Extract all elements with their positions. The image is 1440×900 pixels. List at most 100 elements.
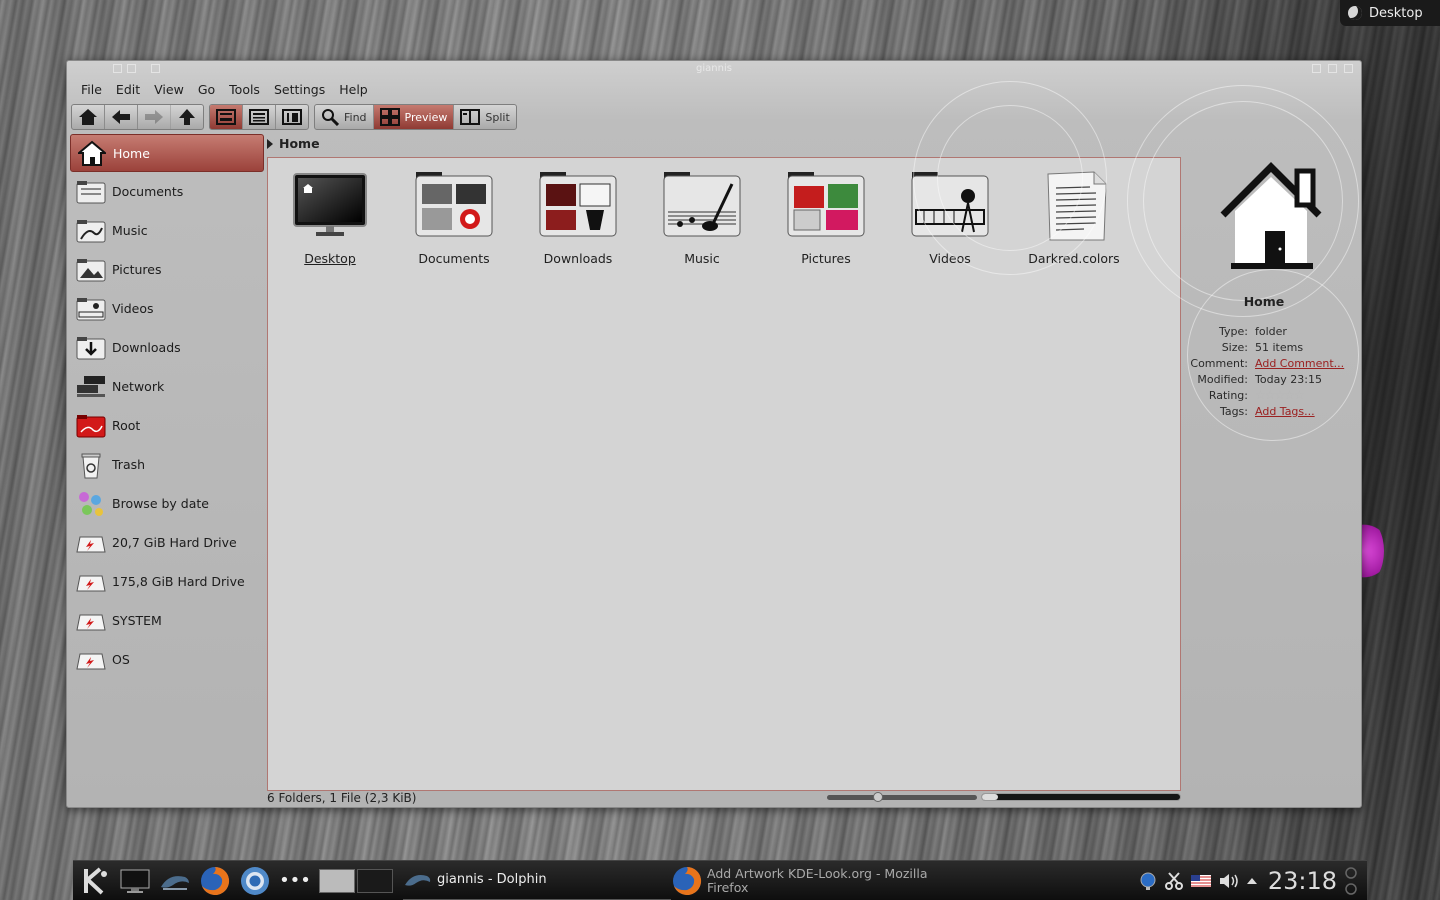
place-pictures[interactable]: Pictures	[70, 250, 264, 289]
calendar-browse-icon	[76, 491, 106, 517]
dolphin-icon	[161, 875, 189, 890]
menu-view[interactable]: View	[147, 81, 191, 99]
pager	[319, 868, 393, 893]
panels-group: Find Preview Split	[314, 104, 517, 130]
breadcrumb[interactable]: Home	[267, 136, 320, 151]
activity-button[interactable]: Desktop	[1340, 0, 1440, 26]
place-label: 175,8 GiB Hard Drive	[112, 574, 245, 589]
place-label: Browse by date	[112, 496, 209, 511]
columns-view-icon	[282, 109, 302, 125]
free-space-fill	[982, 794, 998, 800]
place-downloads[interactable]: Downloads	[70, 328, 264, 367]
up-button[interactable]	[171, 105, 203, 129]
klipper-scissors-icon[interactable]	[1164, 871, 1184, 891]
menu-help[interactable]: Help	[332, 81, 375, 99]
place-videos[interactable]: Videos	[70, 289, 264, 328]
minimize-button[interactable]	[1312, 64, 1321, 73]
info-size-value: 51 items	[1255, 340, 1304, 354]
panel-toolbox-icon[interactable]	[1343, 864, 1359, 898]
keyboard-layout-flag-icon[interactable]	[1190, 873, 1212, 889]
file-item-music[interactable]: Music	[644, 170, 760, 266]
place-home[interactable]: Home	[70, 134, 264, 172]
split-button[interactable]: Split	[454, 105, 515, 129]
close-button[interactable]	[1344, 64, 1353, 73]
file-item-desktop[interactable]: Desktop	[272, 170, 388, 266]
menubar: File Edit View Go Tools Settings Help	[77, 81, 375, 99]
network-icon	[76, 374, 106, 400]
status-text: 6 Folders, 1 File (2,3 KiB)	[267, 791, 417, 805]
breadcrumb-home[interactable]: Home	[279, 136, 320, 151]
pictures-folder-icon	[787, 172, 865, 237]
tray-expand-arrow-icon[interactable]	[1246, 875, 1258, 887]
volume-icon[interactable]	[1218, 871, 1240, 891]
toolbar: Find Preview Split	[71, 104, 522, 130]
menu-go[interactable]: Go	[191, 81, 222, 99]
icons-view-icon	[216, 109, 236, 125]
menu-settings[interactable]: Settings	[267, 81, 332, 99]
chromium-launcher[interactable]	[239, 865, 271, 897]
window-title: giannis	[696, 63, 732, 74]
find-button[interactable]: Find	[315, 105, 374, 129]
task-dolphin[interactable]: giannis - Dolphin	[403, 861, 671, 900]
icons-view-button[interactable]	[210, 105, 243, 129]
menu-tools[interactable]: Tools	[222, 81, 267, 99]
place-root[interactable]: Root	[70, 406, 264, 445]
place-browse-by-date[interactable]: Browse by date	[70, 484, 264, 523]
add-tags-link[interactable]: Add Tags...	[1255, 405, 1315, 418]
window-titlebar[interactable]: giannis	[67, 61, 1361, 78]
place-music[interactable]: Music	[70, 211, 264, 250]
place-os[interactable]: OS	[70, 640, 264, 679]
place-trash[interactable]: Trash	[70, 445, 264, 484]
split-view-icon	[460, 109, 481, 125]
zoom-slider[interactable]	[827, 792, 977, 802]
place-network[interactable]: Network	[70, 367, 264, 406]
place-drive-175-8[interactable]: 175,8 GiB Hard Drive	[70, 562, 264, 601]
hard-drive-icon	[76, 647, 106, 673]
info-modified-label: Modified:	[1197, 372, 1248, 386]
place-drive-20-7[interactable]: 20,7 GiB Hard Drive	[70, 523, 264, 562]
pager-desktop-2[interactable]	[357, 868, 393, 893]
back-button[interactable]	[105, 105, 138, 129]
free-space-bar	[981, 793, 1181, 801]
magnifier-icon	[322, 109, 339, 126]
more-launchers-button[interactable]: •••	[279, 865, 311, 897]
downloads-folder-icon	[539, 172, 617, 237]
file-item-pictures[interactable]: Pictures	[768, 170, 884, 266]
rating-stars[interactable]: ☆☆☆☆☆	[1255, 388, 1305, 402]
forward-arrow-icon	[145, 110, 163, 124]
place-label: Pictures	[112, 262, 162, 277]
view-mode-group	[209, 104, 309, 130]
place-documents[interactable]: Documents	[70, 172, 264, 211]
home-button[interactable]	[72, 105, 105, 129]
menu-edit[interactable]: Edit	[109, 81, 147, 99]
info-tags-label: Tags:	[1219, 404, 1248, 418]
dolphin-launcher[interactable]	[159, 865, 191, 897]
menu-file[interactable]: File	[77, 81, 109, 99]
show-desktop-button[interactable]	[119, 865, 151, 897]
firefox-icon	[201, 866, 230, 895]
preview-button[interactable]: Preview	[373, 105, 455, 129]
kde-launcher-button[interactable]	[79, 865, 111, 897]
place-system[interactable]: SYSTEM	[70, 601, 264, 640]
activity-label: Desktop	[1369, 5, 1423, 21]
file-item-documents[interactable]: Documents	[396, 170, 512, 266]
task-firefox[interactable]: Add Artwork KDE-Look.org - Mozilla Firef…	[671, 861, 951, 900]
columns-view-button[interactable]	[276, 105, 308, 129]
file-item-downloads[interactable]: Downloads	[520, 170, 636, 266]
maximize-button[interactable]	[1328, 64, 1337, 73]
trash-icon	[76, 452, 106, 478]
firefox-launcher[interactable]	[199, 865, 231, 897]
add-comment-link[interactable]: Add Comment...	[1255, 357, 1344, 370]
network-globe-icon[interactable]	[1138, 871, 1158, 891]
folder-downloads-icon	[76, 335, 106, 361]
zoom-slider-handle[interactable]	[873, 792, 884, 802]
system-tray: 23:18	[1138, 861, 1359, 900]
forward-button[interactable]	[138, 105, 171, 129]
pager-desktop-1[interactable]	[319, 868, 355, 893]
activity-moon-icon	[1348, 6, 1362, 20]
home-icon	[77, 140, 107, 166]
kde-logo-icon	[84, 866, 107, 894]
clock[interactable]: 23:18	[1268, 867, 1337, 895]
dolphin-window: giannis File Edit View Go Tools Settings…	[66, 60, 1362, 808]
details-view-button[interactable]	[243, 105, 276, 129]
